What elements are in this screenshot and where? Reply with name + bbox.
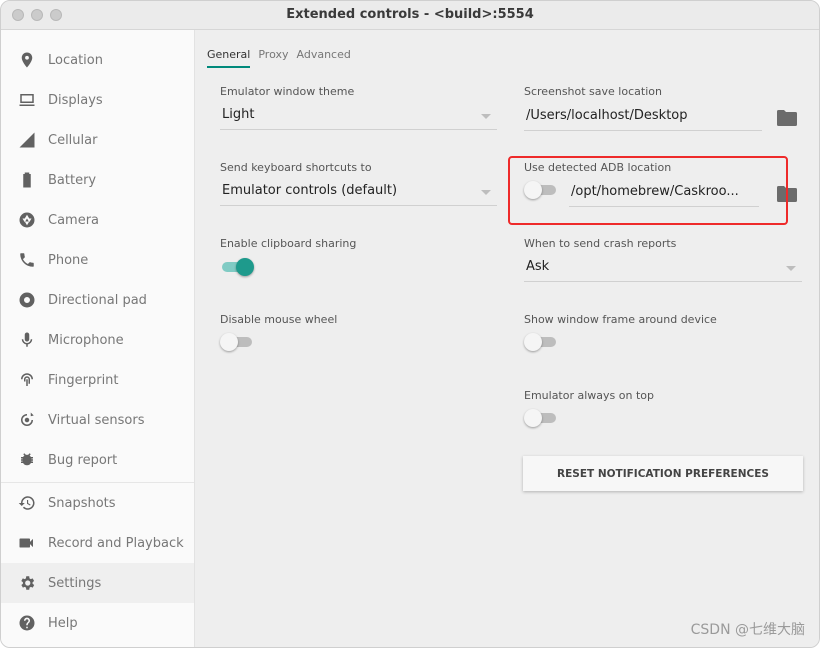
sidebar-item-battery[interactable]: Battery	[1, 160, 194, 200]
dpad-icon	[18, 291, 36, 309]
clipboard-label: Enable clipboard sharing	[220, 237, 357, 250]
screenshot-location-label: Screenshot save location	[524, 85, 662, 98]
theme-value: Light	[222, 107, 255, 122]
theme-select[interactable]: Light	[220, 103, 497, 130]
sidebar-item-label: Directional pad	[48, 292, 147, 308]
window-title: Extended controls - <build>:5554	[286, 7, 534, 22]
settings-panel: General Proxy Advanced Emulator window t…	[195, 30, 819, 647]
history-clock-icon	[18, 494, 36, 512]
window-frame-toggle[interactable]	[524, 333, 558, 351]
tab-proxy[interactable]: Proxy	[258, 48, 288, 68]
screenshot-location-value: /Users/localhost/Desktop	[526, 108, 688, 123]
always-on-top-toggle[interactable]	[524, 409, 558, 427]
shortcuts-label: Send keyboard shortcuts to	[220, 161, 372, 174]
sidebar-item-record-playback[interactable]: Record and Playback	[1, 523, 194, 563]
sidebar-item-location[interactable]: Location	[1, 40, 194, 80]
location-pin-icon	[18, 51, 36, 69]
sidebar-item-label: Cellular	[48, 132, 98, 148]
sidebar-item-label: Battery	[48, 172, 97, 188]
chevron-down-icon	[481, 114, 491, 119]
camera-aperture-icon	[18, 211, 36, 229]
sidebar-item-label: Record and Playback	[48, 535, 184, 551]
sidebar-item-displays[interactable]: Displays	[1, 80, 194, 120]
clipboard-toggle[interactable]	[220, 258, 254, 276]
fingerprint-icon	[18, 371, 36, 389]
mouse-wheel-label: Disable mouse wheel	[220, 313, 338, 326]
sidebar-item-virtual-sensors[interactable]: Virtual sensors	[1, 400, 194, 440]
sidebar-item-label: Settings	[48, 575, 102, 591]
chevron-down-icon	[786, 266, 796, 271]
sidebar-item-label: Displays	[48, 92, 103, 108]
sidebar-item-fingerprint[interactable]: Fingerprint	[1, 360, 194, 400]
adb-location-highlight-box	[508, 156, 788, 225]
title-bar: Extended controls - <build>:5554	[1, 1, 819, 30]
help-circle-icon	[18, 614, 36, 632]
screenshot-location-field[interactable]: /Users/localhost/Desktop	[524, 104, 762, 131]
video-camera-icon	[18, 534, 36, 552]
theme-label: Emulator window theme	[220, 85, 355, 98]
toggle-knob	[236, 258, 254, 276]
monitor-icon	[18, 91, 36, 109]
extended-controls-window: Extended controls - <build>:5554 Locatio…	[0, 0, 820, 648]
toggle-knob	[524, 409, 542, 427]
cellular-signal-icon	[18, 131, 36, 149]
crash-reports-label: When to send crash reports	[524, 237, 677, 250]
sidebar-item-label: Snapshots	[48, 495, 116, 511]
tab-general[interactable]: General	[207, 48, 251, 68]
settings-tabs: General Proxy Advanced	[207, 48, 359, 68]
watermark: CSDN @七维大脑	[690, 622, 805, 638]
reset-notification-preferences-button[interactable]: RESET NOTIFICATION PREFERENCES	[523, 456, 803, 491]
sidebar: Location Displays Cellular Battery Camer…	[1, 30, 195, 647]
sidebar-item-phone[interactable]: Phone	[1, 240, 194, 280]
tab-advanced[interactable]: Advanced	[297, 48, 351, 68]
shortcuts-select[interactable]: Emulator controls (default)	[220, 179, 497, 206]
always-on-top-label: Emulator always on top	[524, 389, 654, 402]
sidebar-item-snapshots[interactable]: Snapshots	[1, 483, 194, 523]
sidebar-item-cellular[interactable]: Cellular	[1, 120, 194, 160]
rotation-sensor-icon	[18, 411, 36, 429]
chevron-down-icon	[481, 190, 491, 195]
toggle-knob	[524, 333, 542, 351]
crash-reports-value: Ask	[526, 259, 550, 274]
sidebar-item-label: Bug report	[48, 452, 118, 468]
window-frame-label: Show window frame around device	[524, 313, 717, 326]
sidebar-item-label: Microphone	[48, 332, 124, 348]
sidebar-item-microphone[interactable]: Microphone	[1, 320, 194, 360]
sidebar-item-camera[interactable]: Camera	[1, 200, 194, 240]
toggle-knob	[220, 333, 238, 351]
sidebar-item-directional-pad[interactable]: Directional pad	[1, 280, 194, 320]
sidebar-item-label: Help	[48, 615, 78, 631]
battery-icon	[18, 171, 36, 189]
sidebar-item-help[interactable]: Help	[1, 603, 194, 643]
phone-handset-icon	[18, 251, 36, 269]
shortcuts-value: Emulator controls (default)	[222, 183, 398, 198]
sidebar-item-label: Phone	[48, 252, 89, 268]
sidebar-item-label: Fingerprint	[48, 372, 119, 388]
microphone-icon	[18, 331, 36, 349]
gear-icon	[18, 574, 36, 592]
sidebar-item-label: Location	[48, 52, 103, 68]
crash-reports-select[interactable]: Ask	[524, 255, 802, 282]
sidebar-item-bug-report[interactable]: Bug report	[1, 440, 194, 480]
sidebar-item-label: Camera	[48, 212, 100, 228]
folder-icon[interactable]	[777, 110, 797, 126]
mouse-wheel-toggle[interactable]	[220, 333, 254, 351]
bug-icon	[18, 451, 36, 469]
sidebar-item-label: Virtual sensors	[48, 412, 145, 428]
sidebar-item-settings[interactable]: Settings	[1, 563, 194, 603]
